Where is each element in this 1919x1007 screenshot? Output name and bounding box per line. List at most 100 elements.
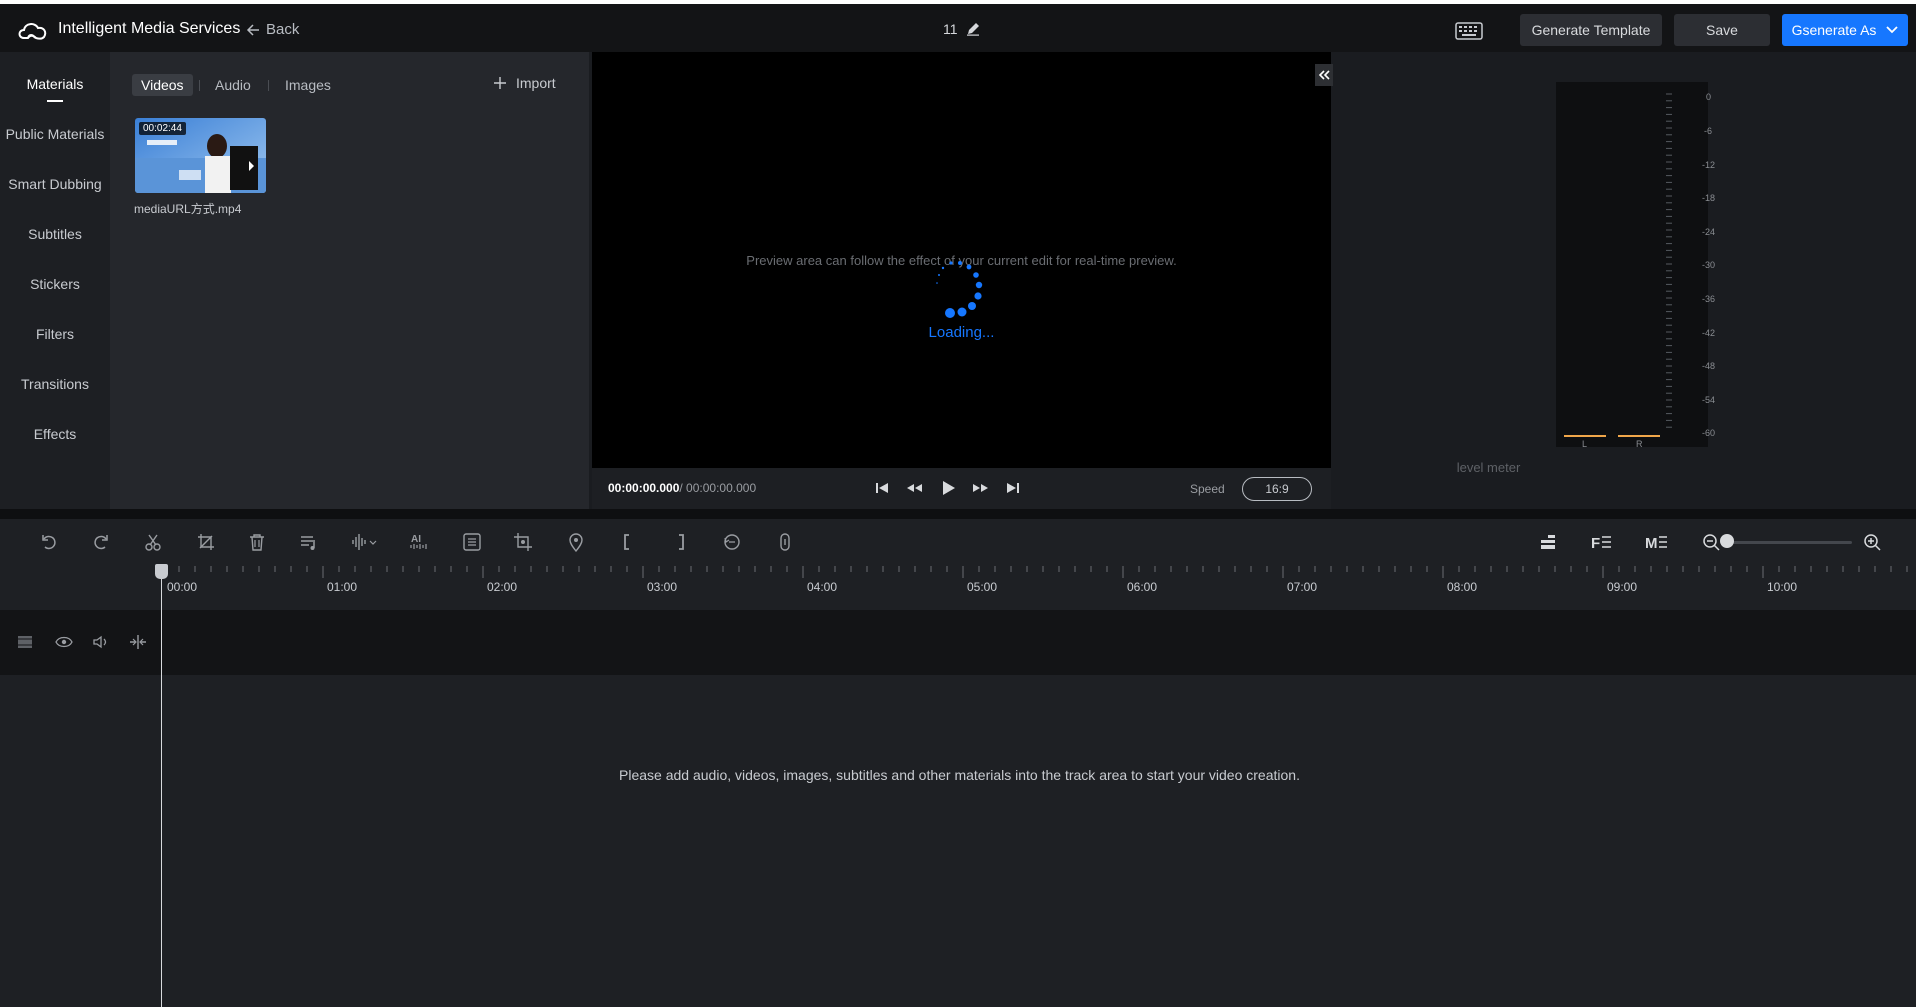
eye-visibility-icon[interactable]: [55, 635, 73, 649]
aspect-ratio-select[interactable]: 16:9: [1242, 477, 1312, 501]
mark-in-icon[interactable]: [617, 531, 639, 553]
waveform-icon[interactable]: [350, 531, 380, 553]
level-meter-scale: [1564, 93, 1672, 437]
track-area[interactable]: Please add audio, videos, images, subtit…: [0, 675, 1919, 1007]
tab-separator: [199, 80, 200, 91]
keyboard-shortcuts-icon[interactable]: [1455, 21, 1483, 41]
sidebar-item-subtitles[interactable]: Subtitles: [0, 226, 110, 242]
timeline-toolbar: AI F M: [0, 519, 1919, 566]
generate-as-button[interactable]: Gsenerate As: [1782, 14, 1908, 46]
sidebar-item-transitions[interactable]: Transitions: [0, 376, 110, 392]
level-meter: 0 -6 -12 -18 -24 -30 -36 -42 -48 -54 -60…: [1556, 82, 1715, 449]
track-thumbnail-icon[interactable]: [17, 635, 33, 649]
level-tick: 0: [1706, 92, 1712, 102]
cloud-logo-icon: [18, 23, 47, 40]
mark-out-icon[interactable]: [669, 531, 691, 553]
location-pin-icon[interactable]: [565, 531, 587, 553]
sidebar-item-public-materials[interactable]: Public Materials: [0, 126, 110, 142]
split-scissors-icon[interactable]: [142, 531, 164, 553]
edit-pencil-icon[interactable]: [966, 22, 980, 36]
speed-reverse-icon[interactable]: [721, 531, 743, 553]
sidebar-item-stickers[interactable]: Stickers: [0, 276, 110, 292]
project-name[interactable]: 11: [943, 21, 980, 37]
zoom-slider-track[interactable]: [1727, 541, 1852, 544]
import-button[interactable]: Import: [494, 75, 556, 91]
ruler-label: 06:00: [1127, 580, 1158, 594]
ruler-label: 05:00: [967, 580, 998, 594]
track-controls: [0, 610, 160, 675]
play-icon[interactable]: [939, 479, 957, 497]
ruler-label: 08:00: [1447, 580, 1478, 594]
subtitle-list-icon[interactable]: [461, 531, 483, 553]
sidebar-item-effects[interactable]: Effects: [0, 426, 110, 442]
level-tick: -60: [1702, 428, 1716, 438]
speaker-volume-icon[interactable]: [92, 635, 110, 649]
sidebar-item-materials[interactable]: Materials: [0, 76, 110, 102]
tab-images[interactable]: Images: [276, 74, 340, 96]
channel-label-left: L: [1582, 439, 1588, 449]
sidebar: Materials Public Materials Smart Dubbing…: [0, 52, 110, 509]
level-tick: -54: [1702, 395, 1716, 405]
level-tick: -12: [1702, 160, 1716, 170]
ruler-label: 00:00: [167, 580, 198, 594]
ruler-label: 07:00: [1287, 580, 1318, 594]
loading-text: Loading...: [928, 324, 995, 341]
skip-to-start-icon[interactable]: [873, 479, 891, 497]
timeline-ruler[interactable]: 00:00 01:00 02:00 03:00 04:00 05:00 06:0…: [0, 566, 1919, 610]
channel-label-right: R: [1636, 439, 1643, 449]
video-thumbnail[interactable]: 00:02:44: [135, 118, 266, 193]
total-time: / 00:00:00.000: [679, 481, 757, 495]
app-title: Intelligent Media Services: [58, 20, 241, 37]
zoom-slider-thumb[interactable]: [1720, 534, 1734, 548]
level-meter-panel: 0 -6 -12 -18 -24 -30 -36 -42 -48 -54 -60…: [1334, 52, 1919, 509]
zoom-in-icon[interactable]: [1861, 531, 1883, 553]
timecode: 00:00:00.000/ 00:00:00.000: [608, 481, 756, 495]
zoom-out-icon[interactable]: [1700, 531, 1722, 553]
loading-spinner: [936, 261, 983, 318]
tab-audio[interactable]: Audio: [206, 74, 260, 96]
audio-separate-icon[interactable]: [298, 531, 320, 553]
back-button[interactable]: Back: [246, 21, 299, 38]
speed-label: Speed: [1190, 482, 1225, 496]
level-meter-label: level meter: [1456, 460, 1521, 475]
project-name-text: 11: [943, 21, 958, 37]
preview-area: Preview area can follow the effect of yo…: [592, 52, 1333, 468]
playhead-line: [161, 570, 162, 1007]
panel-divider[interactable]: [0, 509, 1919, 519]
fit-timeline-icon[interactable]: F: [1590, 531, 1612, 553]
save-button[interactable]: Save: [1674, 14, 1770, 46]
ai-tools-icon[interactable]: AI: [408, 531, 430, 553]
video-duration: 00:02:44: [139, 122, 186, 135]
trim-icon[interactable]: [195, 531, 217, 553]
sidebar-item-smart-dubbing[interactable]: Smart Dubbing: [0, 176, 110, 192]
level-tick: -24: [1702, 227, 1716, 237]
crop-icon[interactable]: [512, 531, 534, 553]
empty-track-hint: Please add audio, videos, images, subtit…: [619, 767, 1300, 783]
skip-to-end-icon[interactable]: [1004, 479, 1022, 497]
materials-panel: Videos Audio Images Import 00:02:44 medi…: [110, 52, 589, 509]
level-tick: -30: [1702, 260, 1716, 270]
svg-text:M: M: [1645, 535, 1658, 552]
ruler-label: 09:00: [1607, 580, 1638, 594]
sidebar-item-filters[interactable]: Filters: [0, 326, 110, 342]
level-tick: -18: [1702, 193, 1716, 203]
collapse-panel-button[interactable]: [1315, 64, 1333, 86]
tab-videos[interactable]: Videos: [132, 74, 193, 96]
plus-icon: [494, 77, 506, 89]
rewind-icon[interactable]: [905, 479, 923, 497]
undo-icon[interactable]: [38, 531, 60, 553]
track-layout-icon[interactable]: [1537, 531, 1559, 553]
link-icon[interactable]: [774, 531, 796, 553]
fast-forward-icon[interactable]: [972, 479, 990, 497]
playhead-handle[interactable]: [155, 564, 168, 579]
level-tick: -6: [1704, 126, 1713, 136]
video-track[interactable]: [0, 610, 1919, 675]
generate-template-button[interactable]: Generate Template: [1520, 14, 1662, 46]
level-tick: -36: [1702, 294, 1716, 304]
current-time: 00:00:00.000: [608, 481, 680, 495]
double-chevron-left-icon: [1318, 70, 1330, 80]
redo-icon[interactable]: [90, 531, 112, 553]
track-split-icon[interactable]: [128, 634, 148, 650]
magnet-snap-icon[interactable]: M: [1645, 531, 1667, 553]
delete-icon[interactable]: [246, 531, 268, 553]
